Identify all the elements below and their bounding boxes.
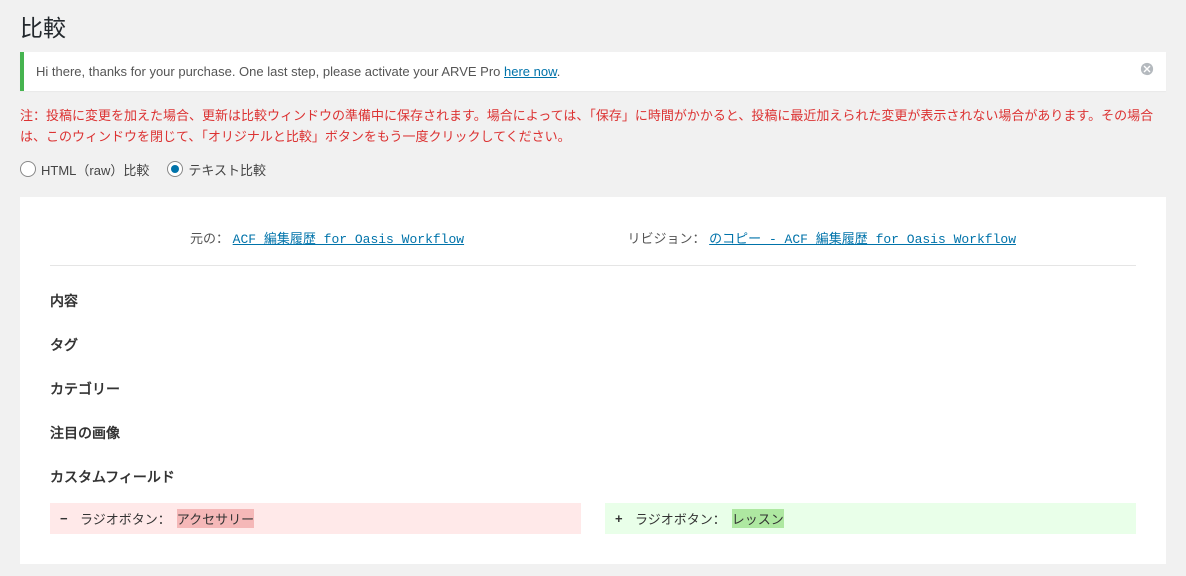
original-link[interactable]: ACF 編集履歴 for Oasis Workflow (233, 232, 464, 247)
diff-add-label: ラジオボタン： (635, 509, 726, 528)
radio-text-compare-label: テキスト比較 (188, 160, 266, 179)
section-featured: 注目の画像 (50, 423, 1136, 443)
radio-icon (20, 161, 36, 177)
radio-html-raw[interactable]: HTML（raw）比較 (20, 160, 149, 179)
revision-link[interactable]: のコピー - ACF 編集履歴 for Oasis Workflow (709, 232, 1016, 247)
notice-link[interactable]: here now (504, 64, 557, 79)
section-content: 内容 (50, 291, 1136, 311)
section-tags: タグ (50, 335, 1136, 355)
notice-suffix: . (557, 64, 561, 79)
revision-label: リビジョン： (628, 231, 706, 246)
radio-icon (167, 161, 183, 177)
radio-text-compare[interactable]: テキスト比較 (167, 160, 266, 179)
notice-text: Hi there, thanks for your purchase. One … (36, 64, 560, 79)
diff-deleted-line: − ラジオボタン： アクセサリー (50, 503, 581, 534)
close-icon[interactable] (1140, 62, 1154, 81)
original-side: 元の： ACF 編集履歴 for Oasis Workflow (190, 228, 464, 247)
original-label: 元の： (190, 231, 229, 246)
compare-panel: 元の： ACF 編集履歴 for Oasis Workflow リビジョン： の… (20, 197, 1166, 564)
activation-notice: Hi there, thanks for your purchase. One … (20, 52, 1166, 91)
compare-header: 元の： ACF 編集履歴 for Oasis Workflow リビジョン： の… (50, 222, 1136, 266)
revision-side: リビジョン： のコピー - ACF 編集履歴 for Oasis Workflo… (628, 228, 1016, 247)
diff-del-value: アクセサリー (177, 509, 254, 528)
notice-prefix: Hi there, thanks for your purchase. One … (36, 64, 504, 79)
diff-grid: − ラジオボタン： アクセサリー + ラジオボタン： レッスン (50, 503, 1136, 534)
diff-del-label: ラジオボタン： (80, 509, 171, 528)
diff-added-line: + ラジオボタン： レッスン (605, 503, 1136, 534)
compare-mode-radios: HTML（raw）比較 テキスト比較 (20, 160, 1166, 179)
section-category: カテゴリー (50, 379, 1136, 399)
plus-icon: + (615, 511, 629, 526)
minus-icon: − (60, 511, 74, 526)
page-title: 比較 (20, 0, 1166, 47)
radio-html-raw-label: HTML（raw）比較 (41, 160, 149, 179)
diff-add-value: レッスン (732, 509, 784, 528)
section-custom-fields: カスタムフィールド (50, 467, 1136, 487)
warning-text: 注：投稿に変更を加えた場合、更新は比較ウィンドウの準備中に保存されます。場合によ… (20, 106, 1166, 148)
